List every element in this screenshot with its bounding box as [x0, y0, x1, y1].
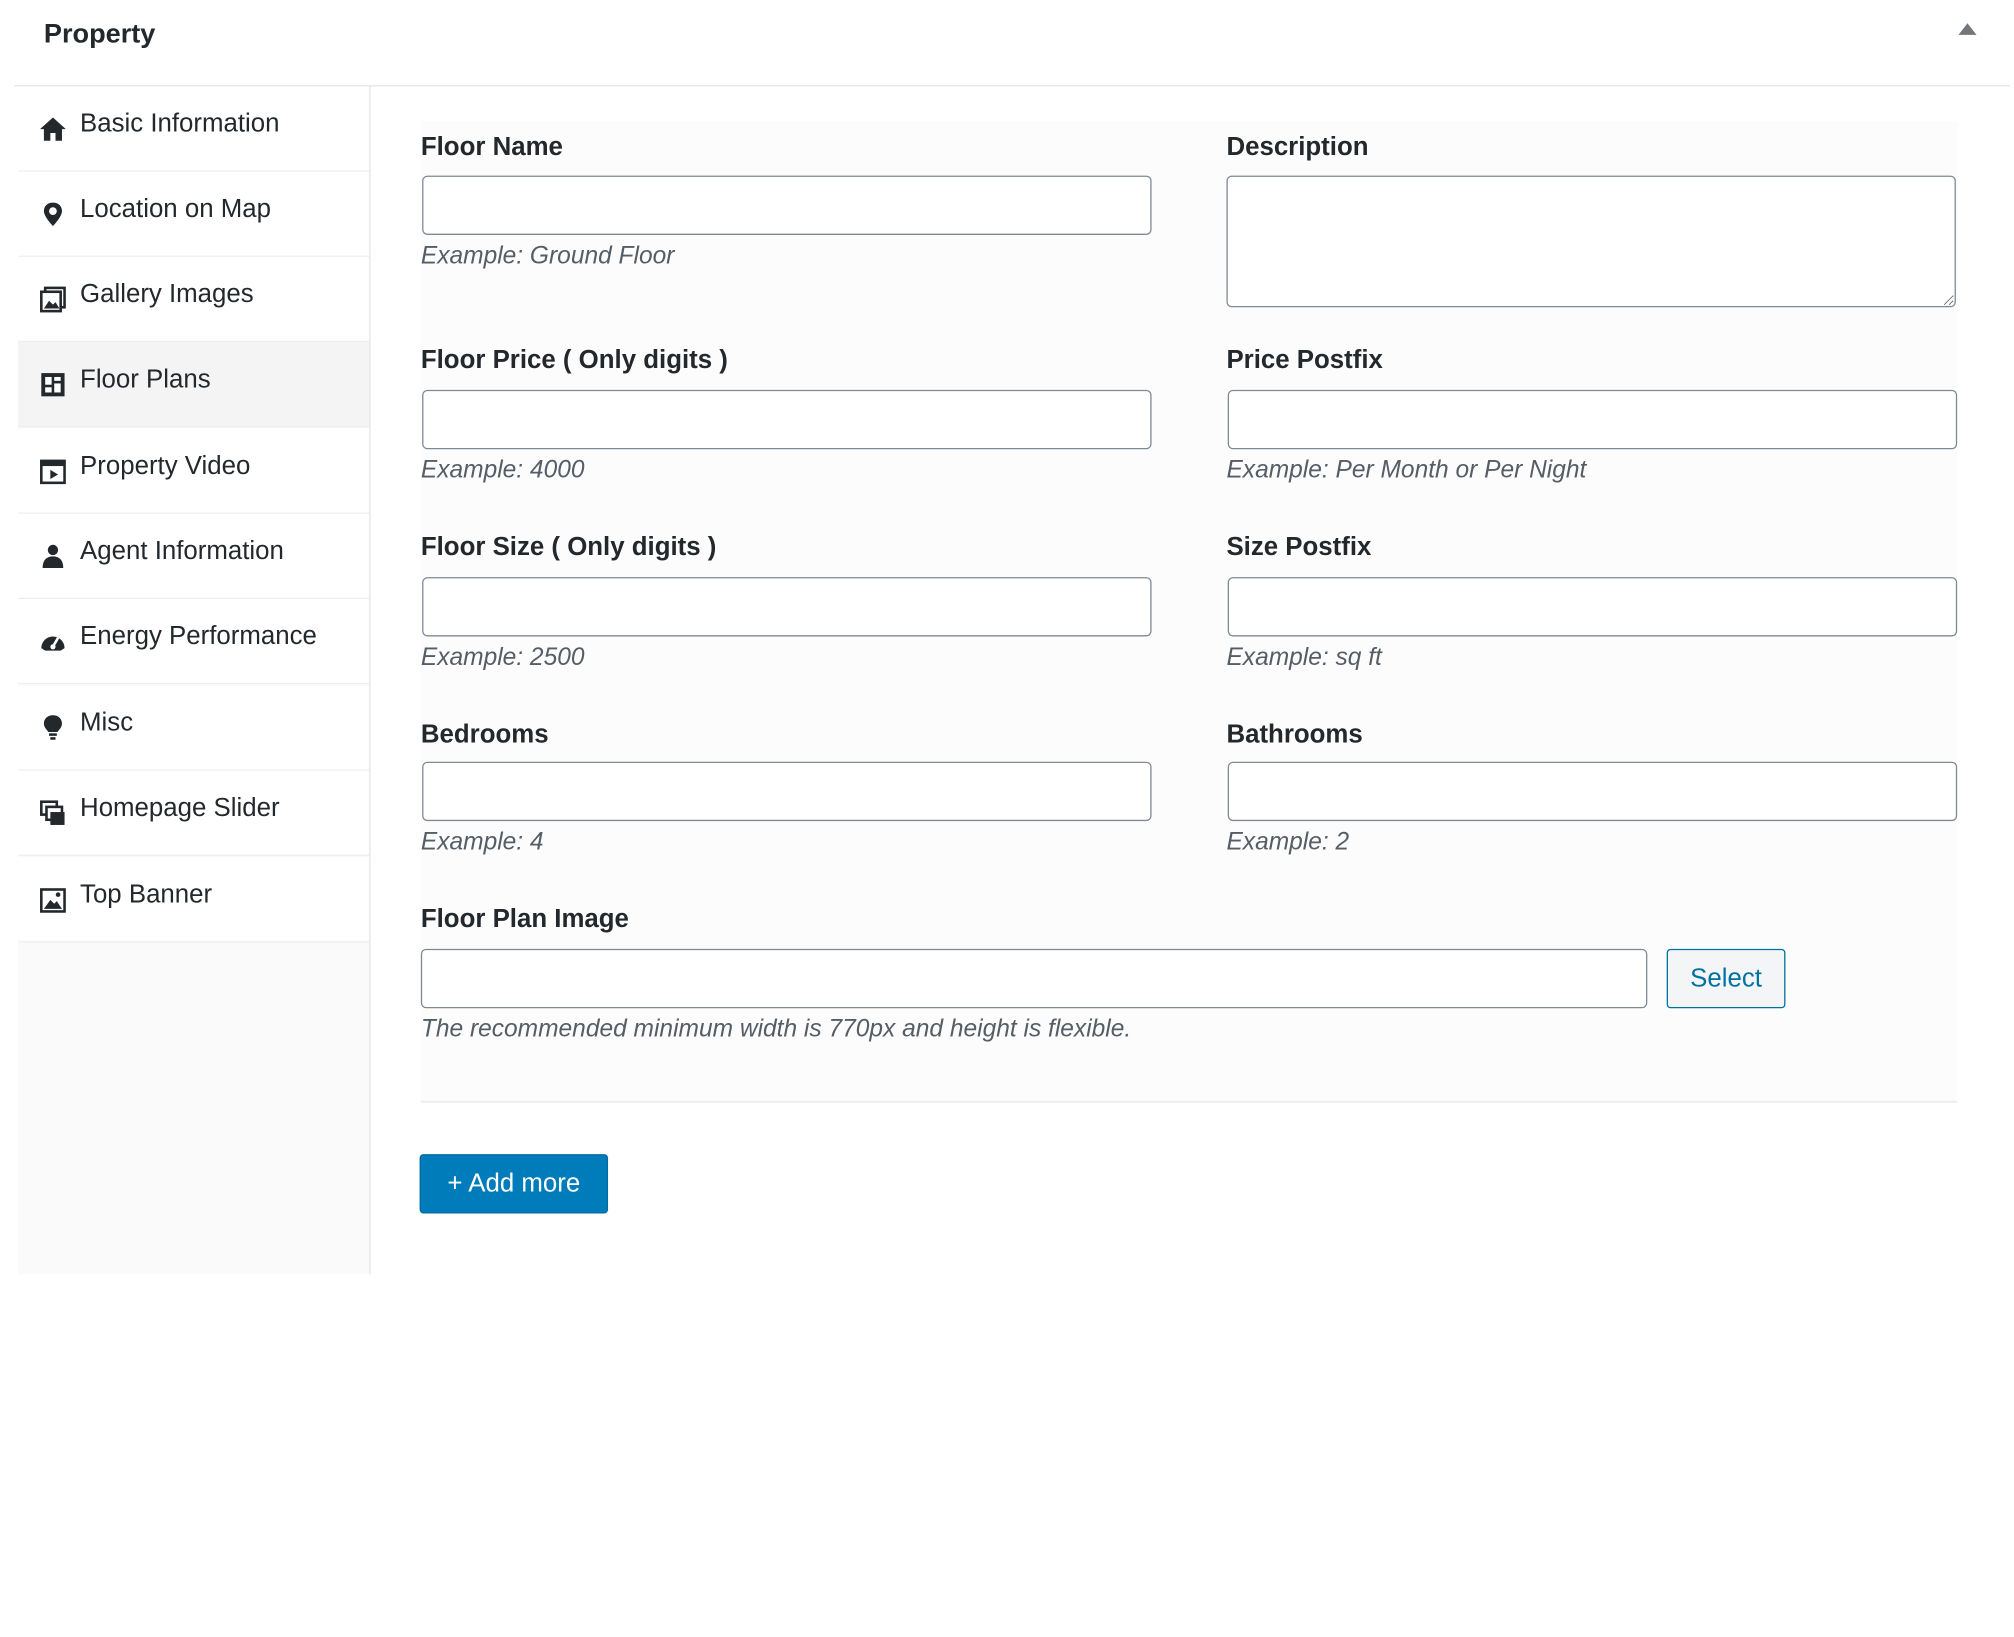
price-postfix-input[interactable] [1227, 389, 1958, 450]
sidebar-item-label: Top Banner [80, 880, 213, 909]
bathrooms-input[interactable] [1227, 761, 1958, 822]
sidebar-item-top-banner[interactable]: Top Banner [18, 857, 370, 943]
bedrooms-input[interactable] [422, 761, 1152, 822]
sidebar-item-label: Energy Performance [80, 622, 317, 651]
sidebar-item-misc[interactable]: Misc [18, 685, 370, 771]
description-textarea[interactable] [1226, 175, 1956, 308]
floor-price-input[interactable] [422, 389, 1152, 450]
sidebar-item-label: Misc [80, 708, 134, 738]
sidebar-item-agent-information[interactable]: Agent Information [18, 513, 370, 600]
sidebar-item-label: Gallery Images [80, 280, 254, 309]
app-canvas: Property Basic Information Location on M… [0, 0, 2014, 1637]
sidebar-divider [369, 86, 371, 1275]
floor-size-input[interactable] [422, 577, 1152, 637]
floor-size-label: Floor Size ( Only digits ) [420, 533, 717, 562]
video-icon [39, 457, 67, 485]
sidebar-item-label: Property Video [80, 451, 251, 481]
floor-plan-image-label: Floor Plan Image [420, 904, 629, 934]
sidebar-item-label: Agent Information [80, 537, 284, 566]
floor-plan-icon [39, 371, 67, 399]
sidebar-item-floor-plans[interactable]: Floor Plans [18, 342, 370, 428]
sidebar-item-label: Location on Map [80, 194, 271, 224]
size-postfix-label: Size Postfix [1226, 533, 1372, 562]
floor-price-hint: Example: 4000 [420, 457, 585, 485]
gallery-icon [39, 285, 67, 313]
banner-image-icon [39, 886, 67, 914]
size-postfix-hint: Example: sq ft [1226, 644, 1382, 672]
price-postfix-label: Price Postfix [1226, 345, 1383, 375]
sidebar-item-label: Homepage Slider [80, 793, 280, 823]
sidebar-item-property-video[interactable]: Property Video [18, 428, 370, 514]
sidebar-tabs: Basic Information Location on Map Galler… [18, 86, 370, 1275]
form-divider [420, 1101, 1958, 1103]
floor-price-label: Floor Price ( Only digits ) [420, 345, 728, 375]
slider-icon [39, 799, 67, 827]
size-postfix-input[interactable] [1227, 577, 1958, 637]
sidebar-item-label: Floor Plans [80, 365, 211, 394]
agent-icon [39, 542, 67, 570]
floor-size-hint: Example: 2500 [420, 644, 585, 672]
add-more-button[interactable]: + Add more [419, 1154, 609, 1214]
location-pin-icon [39, 200, 67, 228]
home-icon [39, 115, 67, 143]
floor-plan-image-input[interactable] [420, 948, 1648, 1009]
sidebar-item-label: Basic Information [80, 109, 280, 139]
lightbulb-icon [39, 714, 67, 742]
floor-plan-image-hint: The recommended minimum width is 770px a… [420, 1016, 1132, 1044]
sidebar-item-location-on-map[interactable]: Location on Map [18, 171, 370, 257]
bedrooms-hint: Example: 4 [420, 828, 544, 856]
sidebar-item-basic-information[interactable]: Basic Information [18, 86, 370, 172]
gauge-icon [39, 627, 67, 655]
sidebar-item-gallery-images[interactable]: Gallery Images [18, 256, 370, 343]
floor-name-input[interactable] [422, 175, 1152, 235]
collapse-toggle-icon[interactable] [1958, 23, 1977, 35]
select-image-button[interactable]: Select [1666, 948, 1786, 1009]
bathrooms-hint: Example: 2 [1226, 828, 1350, 856]
description-label: Description [1226, 132, 1369, 162]
metabox-title: Property [43, 19, 156, 50]
bedrooms-label: Bedrooms [420, 720, 549, 749]
metabox-header[interactable]: Property [14, 0, 2011, 87]
price-postfix-hint: Example: Per Month or Per Night [1226, 457, 1587, 485]
property-metabox: Property Basic Information Location on M… [14, 0, 2011, 1275]
bathrooms-label: Bathrooms [1226, 720, 1363, 749]
sidebar-item-homepage-slider[interactable]: Homepage Slider [18, 770, 370, 856]
floor-name-label: Floor Name [420, 132, 563, 162]
sidebar-item-energy-performance[interactable]: Energy Performance [18, 599, 370, 685]
floor-name-hint: Example: Ground Floor [420, 242, 675, 270]
